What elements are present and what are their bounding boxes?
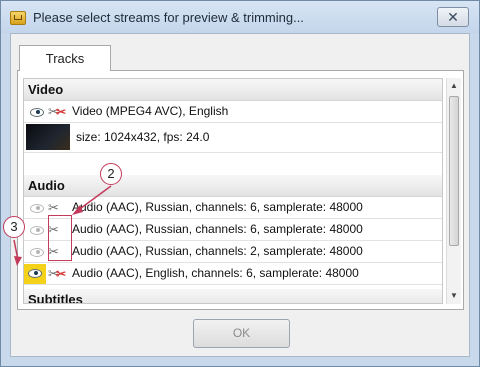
- scroll-up-arrow-icon[interactable]: ▲: [447, 78, 461, 94]
- callout-3-number: 3: [3, 216, 25, 238]
- ok-button[interactable]: OK: [193, 319, 290, 348]
- audio-stream-row[interactable]: ✂ Audio (AAC), Russian, channels: 6, sam…: [24, 197, 442, 219]
- window-title: Please select streams for preview & trim…: [33, 10, 304, 25]
- video-section-header: Video: [24, 79, 442, 101]
- trim-callout-box: [48, 215, 72, 261]
- audio-stream-label: Audio (AAC), English, channels: 6, sampl…: [72, 266, 359, 280]
- audio-section-header: Audio: [24, 175, 442, 197]
- audio-stream-label: Audio (AAC), Russian, channels: 2, sampl…: [72, 244, 363, 258]
- preview-eye-icon[interactable]: [28, 223, 45, 237]
- video-stream-label: Video (MPEG4 AVC), English: [72, 104, 229, 118]
- video-info-row: size: 1024x432, fps: 24.0: [24, 123, 442, 153]
- trim-scissors-icon[interactable]: ✂ ✂: [48, 267, 66, 282]
- scrollbar-thumb[interactable]: [449, 96, 459, 246]
- video-info-text: size: 1024x432, fps: 24.0: [76, 130, 210, 144]
- preview-eye-icon[interactable]: [24, 264, 46, 284]
- tracks-panel: Video ✂ ✂ Video (MPEG4 AVC), English size…: [17, 70, 464, 310]
- trim-scissors-icon[interactable]: ✂ ✂: [48, 105, 66, 120]
- vertical-scrollbar[interactable]: ▲ ▼: [446, 78, 461, 304]
- preview-eye-icon[interactable]: [28, 105, 45, 119]
- video-stream-row[interactable]: ✂ ✂ Video (MPEG4 AVC), English: [24, 101, 442, 123]
- trim-scissors-icon[interactable]: ✂: [48, 201, 64, 215]
- dialog-window: Please select streams for preview & trim…: [0, 0, 480, 367]
- dialog-client: Tracks Video ✂ ✂ Video (MPEG4 AVC), Engli…: [10, 33, 470, 357]
- audio-stream-row[interactable]: ✂ Audio (AAC), Russian, channels: 6, sam…: [24, 219, 442, 241]
- preview-eye-icon[interactable]: [28, 245, 45, 259]
- app-icon: [10, 11, 26, 25]
- scroll-down-arrow-icon[interactable]: ▼: [447, 288, 461, 304]
- audio-stream-label: Audio (AAC), Russian, channels: 6, sampl…: [72, 200, 363, 214]
- close-button[interactable]: ✕: [437, 7, 469, 27]
- title-bar: Please select streams for preview & trim…: [1, 1, 479, 33]
- video-thumbnail: [26, 124, 70, 150]
- audio-stream-row[interactable]: ✂ Audio (AAC), Russian, channels: 2, sam…: [24, 241, 442, 263]
- tab-tracks[interactable]: Tracks: [19, 45, 111, 71]
- callout-2-number: 2: [100, 163, 122, 185]
- audio-stream-label: Audio (AAC), Russian, channels: 6, sampl…: [72, 222, 363, 236]
- preview-eye-icon[interactable]: [28, 201, 45, 215]
- subtitles-section-header: Subtitles: [24, 289, 442, 303]
- audio-stream-row[interactable]: ✂ ✂ Audio (AAC), English, channels: 6, sa…: [24, 263, 442, 285]
- streams-list: Video ✂ ✂ Video (MPEG4 AVC), English size…: [23, 78, 443, 304]
